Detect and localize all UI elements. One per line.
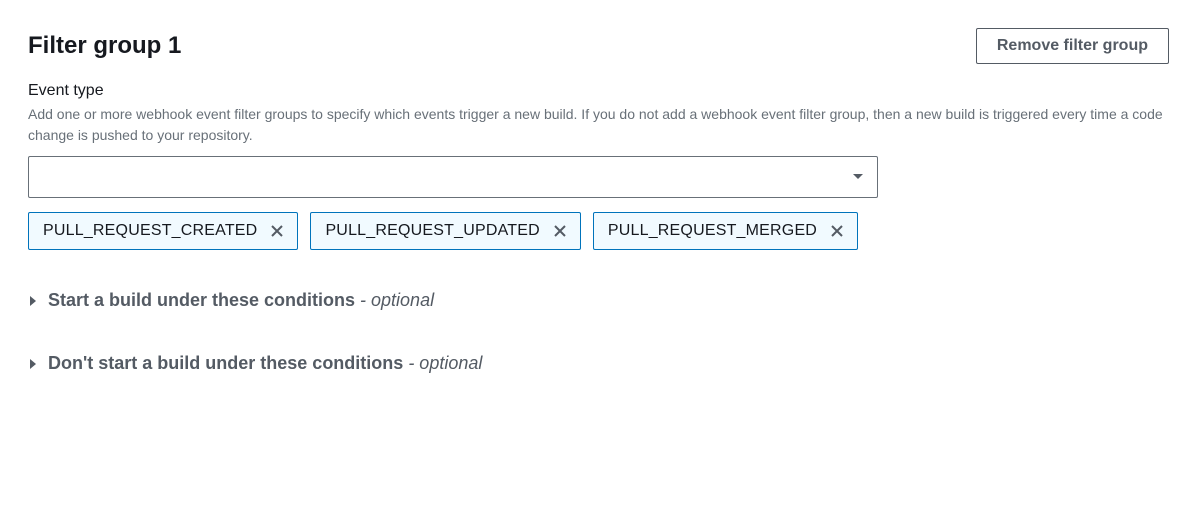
caret-right-icon <box>28 358 38 370</box>
token-label: PULL_REQUEST_CREATED <box>43 222 257 240</box>
filter-group-title: Filter group 1 <box>28 32 181 60</box>
start-conditions-label: Start a build under these conditions - o… <box>48 290 434 311</box>
remove-filter-group-button[interactable]: Remove filter group <box>976 28 1169 64</box>
token-label: PULL_REQUEST_UPDATED <box>325 222 539 240</box>
start-conditions-expander[interactable]: Start a build under these conditions - o… <box>28 290 1169 311</box>
caret-right-icon <box>28 295 38 307</box>
event-type-label: Event type <box>28 82 1169 100</box>
event-type-select[interactable] <box>28 156 878 198</box>
token-pull-request-merged: PULL_REQUEST_MERGED <box>593 212 858 250</box>
dont-start-conditions-expander[interactable]: Don't start a build under these conditio… <box>28 353 1169 374</box>
selected-tokens: PULL_REQUEST_CREATED PULL_REQUEST_UPDATE… <box>28 212 1169 250</box>
close-icon <box>269 223 285 239</box>
token-dismiss-button[interactable] <box>827 221 847 241</box>
close-icon <box>829 223 845 239</box>
event-type-description: Add one or more webhook event filter gro… <box>28 104 1169 146</box>
token-pull-request-updated: PULL_REQUEST_UPDATED <box>310 212 580 250</box>
token-dismiss-button[interactable] <box>550 221 570 241</box>
token-label: PULL_REQUEST_MERGED <box>608 222 817 240</box>
token-dismiss-button[interactable] <box>267 221 287 241</box>
token-pull-request-created: PULL_REQUEST_CREATED <box>28 212 298 250</box>
close-icon <box>552 223 568 239</box>
dont-start-conditions-label: Don't start a build under these conditio… <box>48 353 482 374</box>
